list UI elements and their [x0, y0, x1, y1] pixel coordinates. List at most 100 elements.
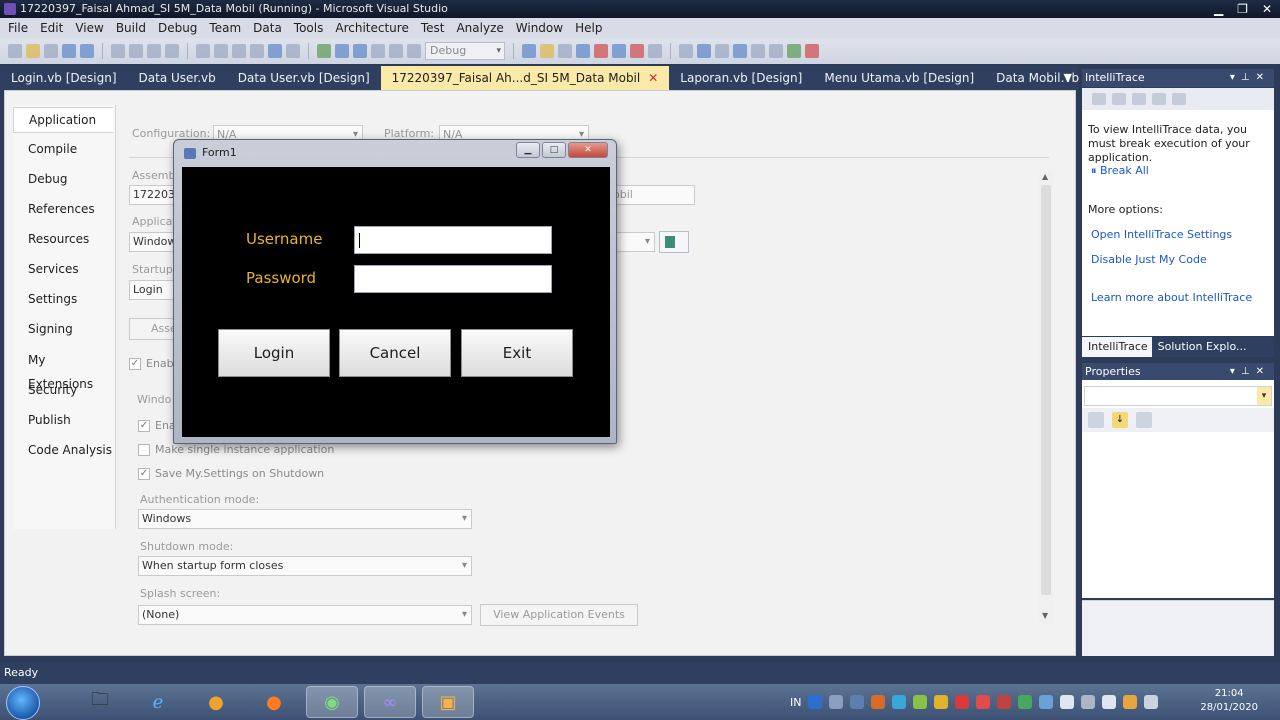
uncomment-icon[interactable]	[214, 44, 228, 58]
panel-controls[interactable]: ▾⊥✕	[1230, 363, 1270, 381]
battery-icon[interactable]	[1060, 695, 1075, 709]
object-selector-combo[interactable]: ▾	[1084, 386, 1272, 406]
redo-icon[interactable]	[250, 44, 264, 58]
upload-icon[interactable]	[1018, 695, 1033, 709]
splash-screen-combo[interactable]: (None)	[138, 605, 472, 625]
nav-services[interactable]: Services	[13, 257, 113, 281]
nav-signing[interactable]: Signing	[13, 317, 113, 341]
menu-edit[interactable]: Edit	[34, 18, 69, 38]
visual-studio-taskbar-icon[interactable]: ∞	[364, 686, 416, 718]
find-icon[interactable]	[165, 44, 179, 58]
nav-debug[interactable]: Debug	[13, 167, 113, 191]
add-item-icon[interactable]	[44, 44, 58, 58]
nav-publish[interactable]: Publish	[13, 408, 113, 432]
start-button[interactable]	[6, 686, 40, 720]
learn-more-intellitrace-link[interactable]: Learn more about IntelliTrace	[1091, 291, 1252, 304]
tab-data-user-design[interactable]: Data User.vb [Design]	[227, 66, 381, 90]
network-icon[interactable]	[850, 695, 865, 709]
stop-debug-icon[interactable]	[353, 44, 367, 58]
format-icon[interactable]	[733, 44, 747, 58]
root-namespace-field[interactable]: obil	[609, 185, 695, 205]
username-input[interactable]	[354, 226, 552, 254]
shutdown-mode-combo[interactable]: When startup form closes	[138, 556, 472, 576]
size-icon[interactable]	[715, 44, 729, 58]
disable-just-my-code-link[interactable]: Disable Just My Code	[1091, 253, 1207, 266]
form1-maximize-button[interactable]: □	[542, 142, 566, 158]
close-tab-icon[interactable]: ✕	[648, 66, 658, 90]
tray-app-icon[interactable]	[934, 695, 949, 709]
solution-config-combo[interactable]: Debug	[425, 42, 505, 60]
nav-security[interactable]: Security	[13, 378, 113, 402]
intellitrace-settings-icon[interactable]	[1152, 93, 1166, 105]
intellitrace-search-icon[interactable]	[1112, 93, 1126, 105]
open-intellitrace-settings-link[interactable]: Open IntelliTrace Settings	[1091, 228, 1232, 241]
break-all-icon[interactable]	[335, 44, 349, 58]
new-project-icon[interactable]	[8, 44, 22, 58]
alphabetical-icon[interactable]: ↓	[1112, 412, 1128, 428]
paste-icon[interactable]	[147, 44, 161, 58]
close-button[interactable]: ✕	[1262, 0, 1272, 18]
tab-solution-explorer[interactable]: Solution Explo...	[1152, 337, 1251, 357]
nav-resources[interactable]: Resources	[13, 227, 113, 251]
copy-icon[interactable]	[129, 44, 143, 58]
menu-test[interactable]: Test	[415, 18, 451, 38]
enable-framework-checkbox[interactable]: ✓	[129, 358, 141, 370]
tab-data-mobil[interactable]: Data Mobil.vb	[985, 66, 1090, 90]
extension-manager-icon[interactable]	[630, 44, 644, 58]
menu-architecture[interactable]: Architecture	[329, 18, 414, 38]
menu-window[interactable]: Window	[510, 18, 569, 38]
restore-button[interactable]: ❐	[1237, 0, 1248, 18]
menu-debug[interactable]: Debug	[152, 18, 203, 38]
properties-window-icon[interactable]	[558, 44, 572, 58]
language-indicator[interactable]: IN	[790, 696, 801, 709]
menu-view[interactable]: View	[69, 18, 109, 38]
solution-explorer-icon[interactable]	[540, 44, 554, 58]
tray-app-icon[interactable]	[871, 695, 886, 709]
file-explorer-icon[interactable]: 🗀	[74, 686, 126, 718]
tab-order-icon[interactable]	[751, 44, 765, 58]
step-out-icon[interactable]	[407, 44, 421, 58]
tray-app-icon[interactable]	[913, 695, 928, 709]
navigate-forward-icon[interactable]	[286, 44, 300, 58]
menu-analyze[interactable]: Analyze	[450, 18, 509, 38]
save-settings-checkbox[interactable]: ✓	[138, 468, 150, 480]
exit-button[interactable]: Exit	[461, 329, 573, 377]
nav-application[interactable]: Application	[13, 107, 113, 133]
step-into-icon[interactable]	[371, 44, 385, 58]
brave-lion-icon[interactable]: ●	[190, 686, 242, 718]
arrange-icon[interactable]	[787, 44, 801, 58]
open-file-icon[interactable]	[26, 44, 40, 58]
scroll-down-icon[interactable]: ▼	[1042, 611, 1048, 620]
menu-data[interactable]: Data	[247, 18, 288, 38]
taskbar-clock[interactable]: 21:04 28/01/2020	[1200, 687, 1258, 715]
internet-explorer-icon[interactable]: ℯ	[132, 686, 184, 718]
enable-xp-styles-checkbox[interactable]: ✓	[138, 420, 150, 432]
nav-references[interactable]: References	[13, 197, 113, 221]
cut-icon[interactable]	[111, 44, 125, 58]
tab-intellitrace[interactable]: IntelliTrace	[1082, 337, 1152, 357]
flag-icon[interactable]	[1081, 695, 1096, 709]
tab-menu-utama-design[interactable]: Menu Utama.vb [Design]	[813, 66, 985, 90]
password-input[interactable]	[354, 265, 552, 293]
firefox-icon[interactable]: ●	[248, 686, 300, 718]
scroll-up-icon[interactable]: ▲	[1042, 172, 1048, 181]
single-instance-checkbox[interactable]	[138, 444, 150, 456]
menu-file[interactable]: File	[2, 18, 34, 38]
intellitrace-filter-icon[interactable]	[1092, 93, 1106, 105]
antivirus-icon[interactable]	[976, 695, 991, 709]
form1-close-button[interactable]: ✕	[568, 142, 608, 158]
object-browser-icon[interactable]	[576, 44, 590, 58]
tab-list-dropdown-icon[interactable]: ▼	[1064, 71, 1072, 84]
property-pages-icon[interactable]	[1136, 412, 1152, 428]
panel-controls[interactable]: ▾⊥✕	[1230, 69, 1270, 87]
toolbox-icon[interactable]	[594, 44, 608, 58]
tab-project-properties[interactable]: 17220397_Faisal Ah...d_SI 5M_Data Mobil …	[380, 66, 670, 90]
start-debug-icon[interactable]	[317, 44, 331, 58]
comment-icon[interactable]	[196, 44, 210, 58]
tab-login-design[interactable]: Login.vb [Design]	[0, 66, 128, 90]
intellitrace-refresh-icon[interactable]	[1172, 93, 1186, 105]
camtasia-recorder-icon[interactable]: ◉	[306, 686, 358, 718]
tray-app-icon[interactable]	[997, 695, 1012, 709]
scroll-thumb[interactable]	[1041, 185, 1051, 595]
tab-data-user[interactable]: Data User.vb	[128, 66, 227, 90]
